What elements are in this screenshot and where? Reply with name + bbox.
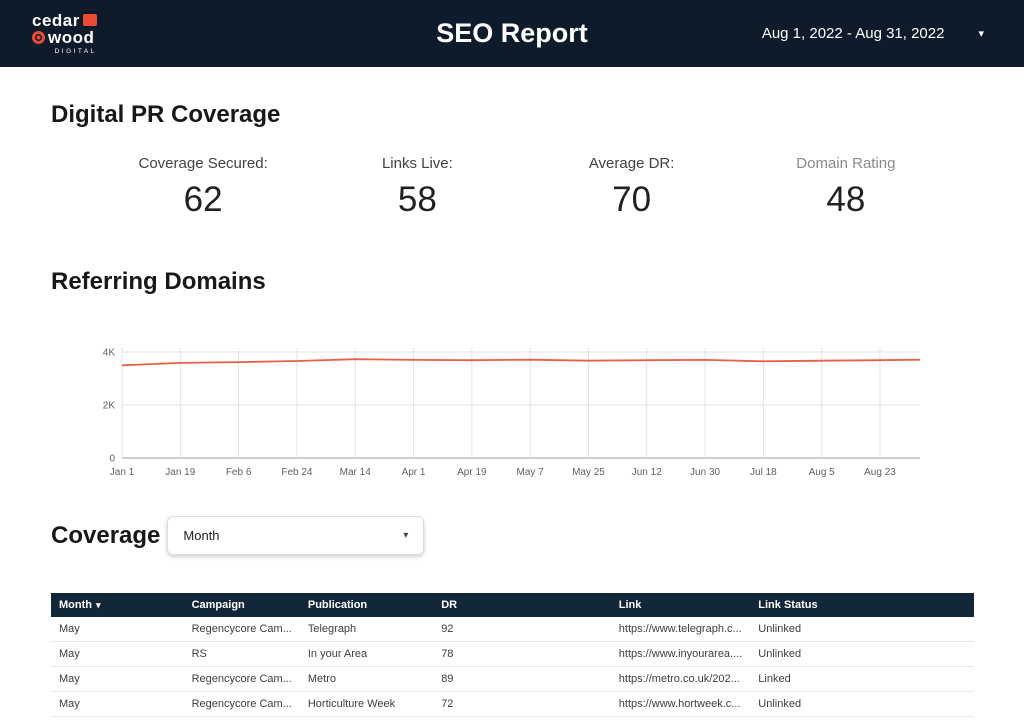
- table-cell: Regencycore Cam...: [184, 692, 300, 717]
- stat-label: Domain Rating: [739, 155, 953, 172]
- stat-label: Links Live:: [310, 155, 524, 172]
- svg-text:0: 0: [109, 454, 115, 465]
- svg-text:Jun 30: Jun 30: [690, 467, 720, 478]
- table-cell: May: [51, 667, 184, 692]
- stat-label: Average DR:: [525, 155, 739, 172]
- table-cell: Telegraph: [300, 617, 433, 642]
- table-cell: Linked: [750, 667, 974, 692]
- report-body: Digital PR Coverage Coverage Secured: 62…: [0, 101, 1024, 717]
- column-header-link[interactable]: Link: [611, 593, 751, 617]
- coverage-table: Month▾CampaignPublicationDRLinkLink Stat…: [51, 593, 974, 717]
- coverage-section-header: Coverage Month ▾: [51, 516, 978, 555]
- cedarwood-logo: cedar wood DIGITAL: [32, 12, 97, 56]
- table-cell: May: [51, 642, 184, 667]
- link-cell[interactable]: https://www.inyourarea....: [611, 642, 751, 667]
- svg-text:2K: 2K: [103, 401, 116, 412]
- table-cell: 72: [433, 692, 611, 717]
- table-row: MayRegencycore Cam...Horticulture Week72…: [51, 692, 974, 717]
- svg-text:4K: 4K: [103, 348, 116, 359]
- svg-text:Jul 18: Jul 18: [750, 467, 777, 478]
- stat-label: Coverage Secured:: [96, 155, 310, 172]
- column-header-month[interactable]: Month▾: [51, 593, 184, 617]
- link-cell[interactable]: https://metro.co.uk/202...: [611, 667, 751, 692]
- tree-rings-icon: [32, 31, 45, 44]
- stat-average-dr: Average DR: 70: [525, 155, 739, 220]
- svg-text:Aug 23: Aug 23: [864, 467, 896, 478]
- digital-pr-coverage-title: Digital PR Coverage: [51, 101, 978, 129]
- table-cell: Unlinked: [750, 617, 974, 642]
- svg-text:May 25: May 25: [572, 467, 605, 478]
- month-filter-dropdown[interactable]: Month ▾: [167, 516, 424, 555]
- svg-text:Mar 14: Mar 14: [340, 467, 372, 478]
- svg-text:Aug 5: Aug 5: [809, 467, 836, 478]
- table-cell: Unlinked: [750, 692, 974, 717]
- svg-text:May 7: May 7: [517, 467, 545, 478]
- coverage-table-header-row: Month▾CampaignPublicationDRLinkLink Stat…: [51, 593, 974, 617]
- table-cell: 78: [433, 642, 611, 667]
- coverage-table-head: Month▾CampaignPublicationDRLinkLink Stat…: [51, 593, 974, 617]
- table-cell: In your Area: [300, 642, 433, 667]
- link-cell[interactable]: https://www.telegraph.c...: [611, 617, 751, 642]
- svg-text:Jan 19: Jan 19: [165, 467, 195, 478]
- referring-domains-chart: 0 2K 4K Jan 1 Jan 19 Feb 6 Feb 24 Mar 14 Apr 1 Ap…: [88, 346, 924, 480]
- coverage-table-body: MayRegencycore Cam...Telegraph92https://…: [51, 617, 974, 717]
- stat-value: 58: [310, 180, 524, 220]
- table-cell: Regencycore Cam...: [184, 617, 300, 642]
- column-header-publication[interactable]: Publication: [300, 593, 433, 617]
- month-filter-value: Month: [183, 528, 219, 543]
- referring-domains-chart-wrap: 0 2K 4K Jan 1 Jan 19 Feb 6 Feb 24 Mar 14 Apr 1 Ap…: [88, 346, 978, 480]
- svg-text:Feb 24: Feb 24: [281, 467, 313, 478]
- table-cell: Metro: [300, 667, 433, 692]
- chevron-down-icon: ▾: [403, 530, 408, 541]
- stats-row: Coverage Secured: 62 Links Live: 58 Aver…: [51, 155, 978, 220]
- table-cell: RS: [184, 642, 300, 667]
- svg-text:Feb 6: Feb 6: [226, 467, 252, 478]
- coverage-title: Coverage: [51, 522, 160, 550]
- table-cell: May: [51, 692, 184, 717]
- column-header-dr[interactable]: DR: [433, 593, 611, 617]
- date-range-label: Aug 1, 2022 - Aug 31, 2022: [762, 25, 945, 42]
- logo-tagline: DIGITAL: [55, 49, 97, 56]
- referring-domains-title: Referring Domains: [51, 268, 978, 296]
- logo-word-wood: wood: [48, 29, 94, 46]
- stat-links-live: Links Live: 58: [310, 155, 524, 220]
- table-cell: Regencycore Cam...: [184, 667, 300, 692]
- chevron-down-icon: ▾: [978, 27, 984, 40]
- table-row: MayRegencycore Cam...Metro89https://metr…: [51, 667, 974, 692]
- table-cell: Unlinked: [750, 642, 974, 667]
- logo-block-icon: [83, 14, 97, 26]
- table-row: MayRegencycore Cam...Telegraph92https://…: [51, 617, 974, 642]
- stat-coverage-secured: Coverage Secured: 62: [96, 155, 310, 220]
- svg-text:Apr 19: Apr 19: [457, 467, 487, 478]
- svg-text:Jan 1: Jan 1: [110, 467, 135, 478]
- logo-word-cedar: cedar: [32, 12, 80, 29]
- date-range-picker[interactable]: Aug 1, 2022 - Aug 31, 2022 ▾: [762, 25, 984, 42]
- app-header: cedar wood DIGITAL SEO Report Aug 1, 202…: [0, 0, 1024, 67]
- table-cell: 89: [433, 667, 611, 692]
- column-header-link-status[interactable]: Link Status: [750, 593, 974, 617]
- stat-value: 62: [96, 180, 310, 220]
- stat-value: 48: [739, 180, 953, 220]
- table-cell: 92: [433, 617, 611, 642]
- column-header-campaign[interactable]: Campaign: [184, 593, 300, 617]
- link-cell[interactable]: https://www.hortweek.c...: [611, 692, 751, 717]
- table-row: MayRSIn your Area78https://www.inyourare…: [51, 642, 974, 667]
- svg-text:Apr 1: Apr 1: [402, 467, 426, 478]
- sort-caret-icon: ▾: [96, 600, 101, 610]
- svg-text:Jun 12: Jun 12: [632, 467, 662, 478]
- table-cell: Horticulture Week: [300, 692, 433, 717]
- table-cell: May: [51, 617, 184, 642]
- stat-domain-rating: Domain Rating 48: [739, 155, 953, 220]
- stat-value: 70: [525, 180, 739, 220]
